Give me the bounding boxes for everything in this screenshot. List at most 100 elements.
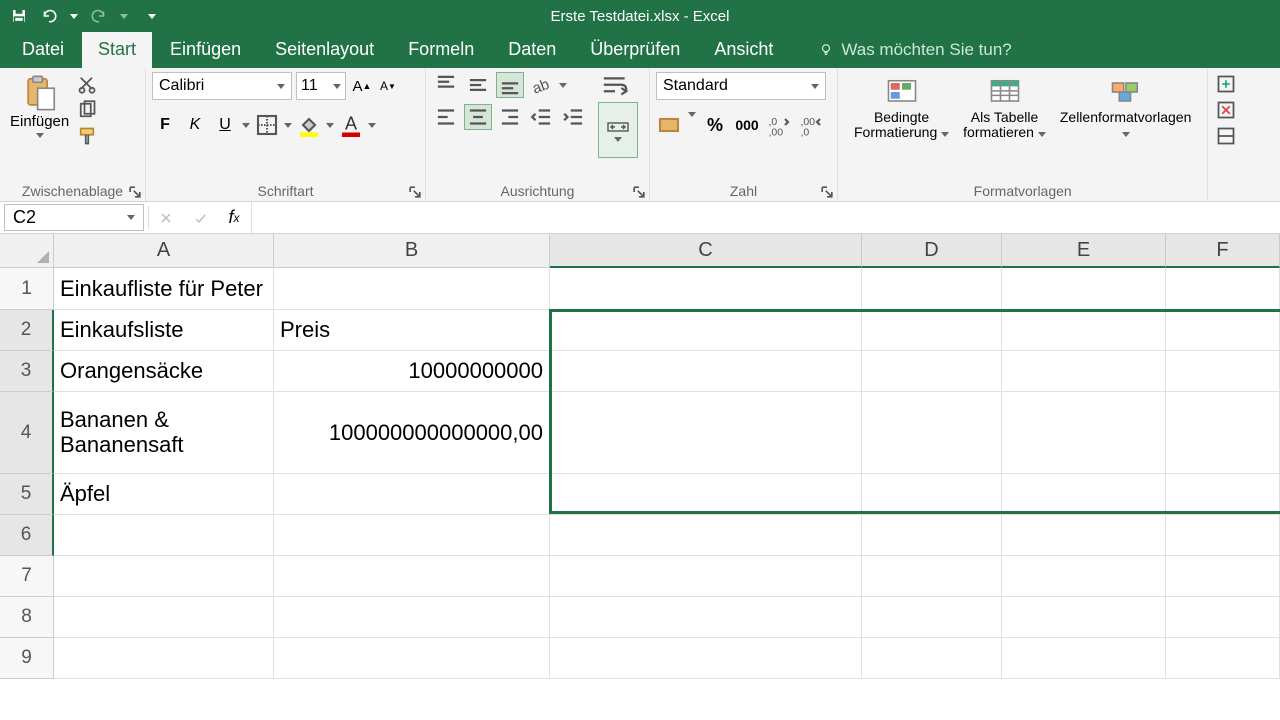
cell[interactable] [550, 638, 862, 679]
undo-dropdown-icon[interactable] [70, 14, 78, 19]
align-left-icon[interactable] [432, 104, 460, 130]
italic-button[interactable]: K [182, 112, 208, 138]
tab-ansicht[interactable]: Ansicht [698, 31, 789, 68]
align-top-icon[interactable] [432, 72, 460, 98]
cell[interactable] [862, 556, 1002, 597]
cell[interactable] [1166, 474, 1280, 515]
font-size-combo[interactable]: 11 [296, 72, 346, 100]
col-header-C[interactable]: C [550, 234, 862, 268]
cell[interactable] [1002, 351, 1166, 392]
cell[interactable] [54, 597, 274, 638]
cell[interactable] [1166, 638, 1280, 679]
cell[interactable]: 100000000000000,00 [274, 392, 550, 474]
clipboard-dialog-launcher[interactable] [129, 185, 141, 197]
paste-button[interactable]: Einfügen [6, 72, 73, 140]
cell[interactable] [1166, 556, 1280, 597]
cell[interactable] [1002, 597, 1166, 638]
increase-indent-icon[interactable] [560, 104, 588, 130]
row-header[interactable]: 7 [0, 556, 54, 597]
cell[interactable] [1002, 556, 1166, 597]
underline-dropdown-icon[interactable] [242, 123, 250, 128]
undo-icon[interactable] [40, 7, 58, 25]
cell[interactable] [1166, 515, 1280, 556]
number-format-combo[interactable]: Standard [656, 72, 826, 100]
cell[interactable] [274, 515, 550, 556]
row-header[interactable]: 4 [0, 392, 54, 474]
cut-icon[interactable] [77, 74, 97, 94]
cell[interactable] [1002, 392, 1166, 474]
accounting-dropdown-icon[interactable] [688, 112, 696, 117]
cell[interactable] [862, 597, 1002, 638]
font-dialog-launcher[interactable] [409, 185, 421, 197]
cell[interactable] [1166, 597, 1280, 638]
align-middle-icon[interactable] [464, 72, 492, 98]
cell[interactable] [54, 515, 274, 556]
row-header[interactable]: 2 [0, 310, 54, 351]
tab-formeln[interactable]: Formeln [392, 31, 490, 68]
tab-ueberpruefen[interactable]: Überprüfen [574, 31, 696, 68]
bold-button[interactable]: F [152, 112, 178, 138]
align-bottom-icon[interactable] [496, 72, 524, 98]
fill-color-icon[interactable] [296, 112, 322, 138]
tab-seitenlayout[interactable]: Seitenlayout [259, 31, 390, 68]
format-cells-icon[interactable] [1216, 126, 1236, 146]
save-icon[interactable] [10, 7, 28, 25]
cell[interactable] [1166, 392, 1280, 474]
cell[interactable] [274, 556, 550, 597]
cell[interactable] [862, 268, 1002, 310]
row-header[interactable]: 6 [0, 515, 54, 556]
cell[interactable] [1002, 474, 1166, 515]
font-name-combo[interactable]: Calibri [152, 72, 292, 100]
cell[interactable] [862, 351, 1002, 392]
cell[interactable]: 10000000000 [274, 351, 550, 392]
delete-cells-icon[interactable] [1216, 100, 1236, 120]
cell[interactable] [274, 638, 550, 679]
cell[interactable] [862, 638, 1002, 679]
col-header-B[interactable]: B [274, 234, 550, 268]
cell[interactable] [550, 351, 862, 392]
border-dropdown-icon[interactable] [284, 123, 292, 128]
accounting-format-icon[interactable] [656, 112, 682, 138]
cell[interactable] [550, 474, 862, 515]
cell[interactable] [274, 474, 550, 515]
cell[interactable] [274, 597, 550, 638]
formula-input[interactable] [251, 202, 1280, 233]
cell[interactable]: Einkaufliste für Peter [54, 268, 274, 310]
percent-icon[interactable]: % [702, 112, 728, 138]
conditional-formatting-button[interactable]: BedingteFormatierung [854, 76, 949, 141]
insert-cells-icon[interactable] [1216, 74, 1236, 94]
format-as-table-button[interactable]: Als Tabelleformatieren [963, 76, 1046, 141]
tab-datei[interactable]: Datei [6, 31, 80, 68]
row-header[interactable]: 5 [0, 474, 54, 515]
cell[interactable] [1002, 310, 1166, 351]
cell-styles-button[interactable]: Zellenformatvorlagen [1060, 76, 1192, 141]
wrap-text-icon[interactable] [598, 72, 632, 98]
font-color-dropdown-icon[interactable] [368, 123, 376, 128]
number-dialog-launcher[interactable] [821, 185, 833, 197]
cell[interactable] [1002, 638, 1166, 679]
font-color-icon[interactable]: A [338, 112, 364, 138]
tab-einfuegen[interactable]: Einfügen [154, 31, 257, 68]
cell[interactable] [550, 268, 862, 310]
increase-font-icon[interactable]: A▲ [350, 74, 374, 98]
name-box[interactable]: C2 [4, 204, 144, 231]
qat-customize-icon[interactable] [148, 14, 156, 19]
decrease-font-icon[interactable]: A▼ [376, 74, 400, 98]
row-header[interactable]: 1 [0, 268, 54, 310]
increase-decimal-icon[interactable]: ,0,00 [766, 112, 792, 138]
align-center-icon[interactable] [464, 104, 492, 130]
cell[interactable] [862, 515, 1002, 556]
cell[interactable] [1166, 268, 1280, 310]
cell[interactable]: Einkaufsliste [54, 310, 274, 351]
format-painter-icon[interactable] [77, 126, 97, 146]
cell[interactable] [550, 515, 862, 556]
tab-daten[interactable]: Daten [492, 31, 572, 68]
decrease-indent-icon[interactable] [528, 104, 556, 130]
cell[interactable] [1166, 351, 1280, 392]
copy-icon[interactable] [77, 100, 97, 120]
cell[interactable] [862, 310, 1002, 351]
cell[interactable] [1002, 268, 1166, 310]
cell[interactable] [550, 597, 862, 638]
tell-me-search[interactable]: Was möchten Sie tun? [807, 32, 1023, 68]
select-all-button[interactable] [0, 234, 54, 268]
